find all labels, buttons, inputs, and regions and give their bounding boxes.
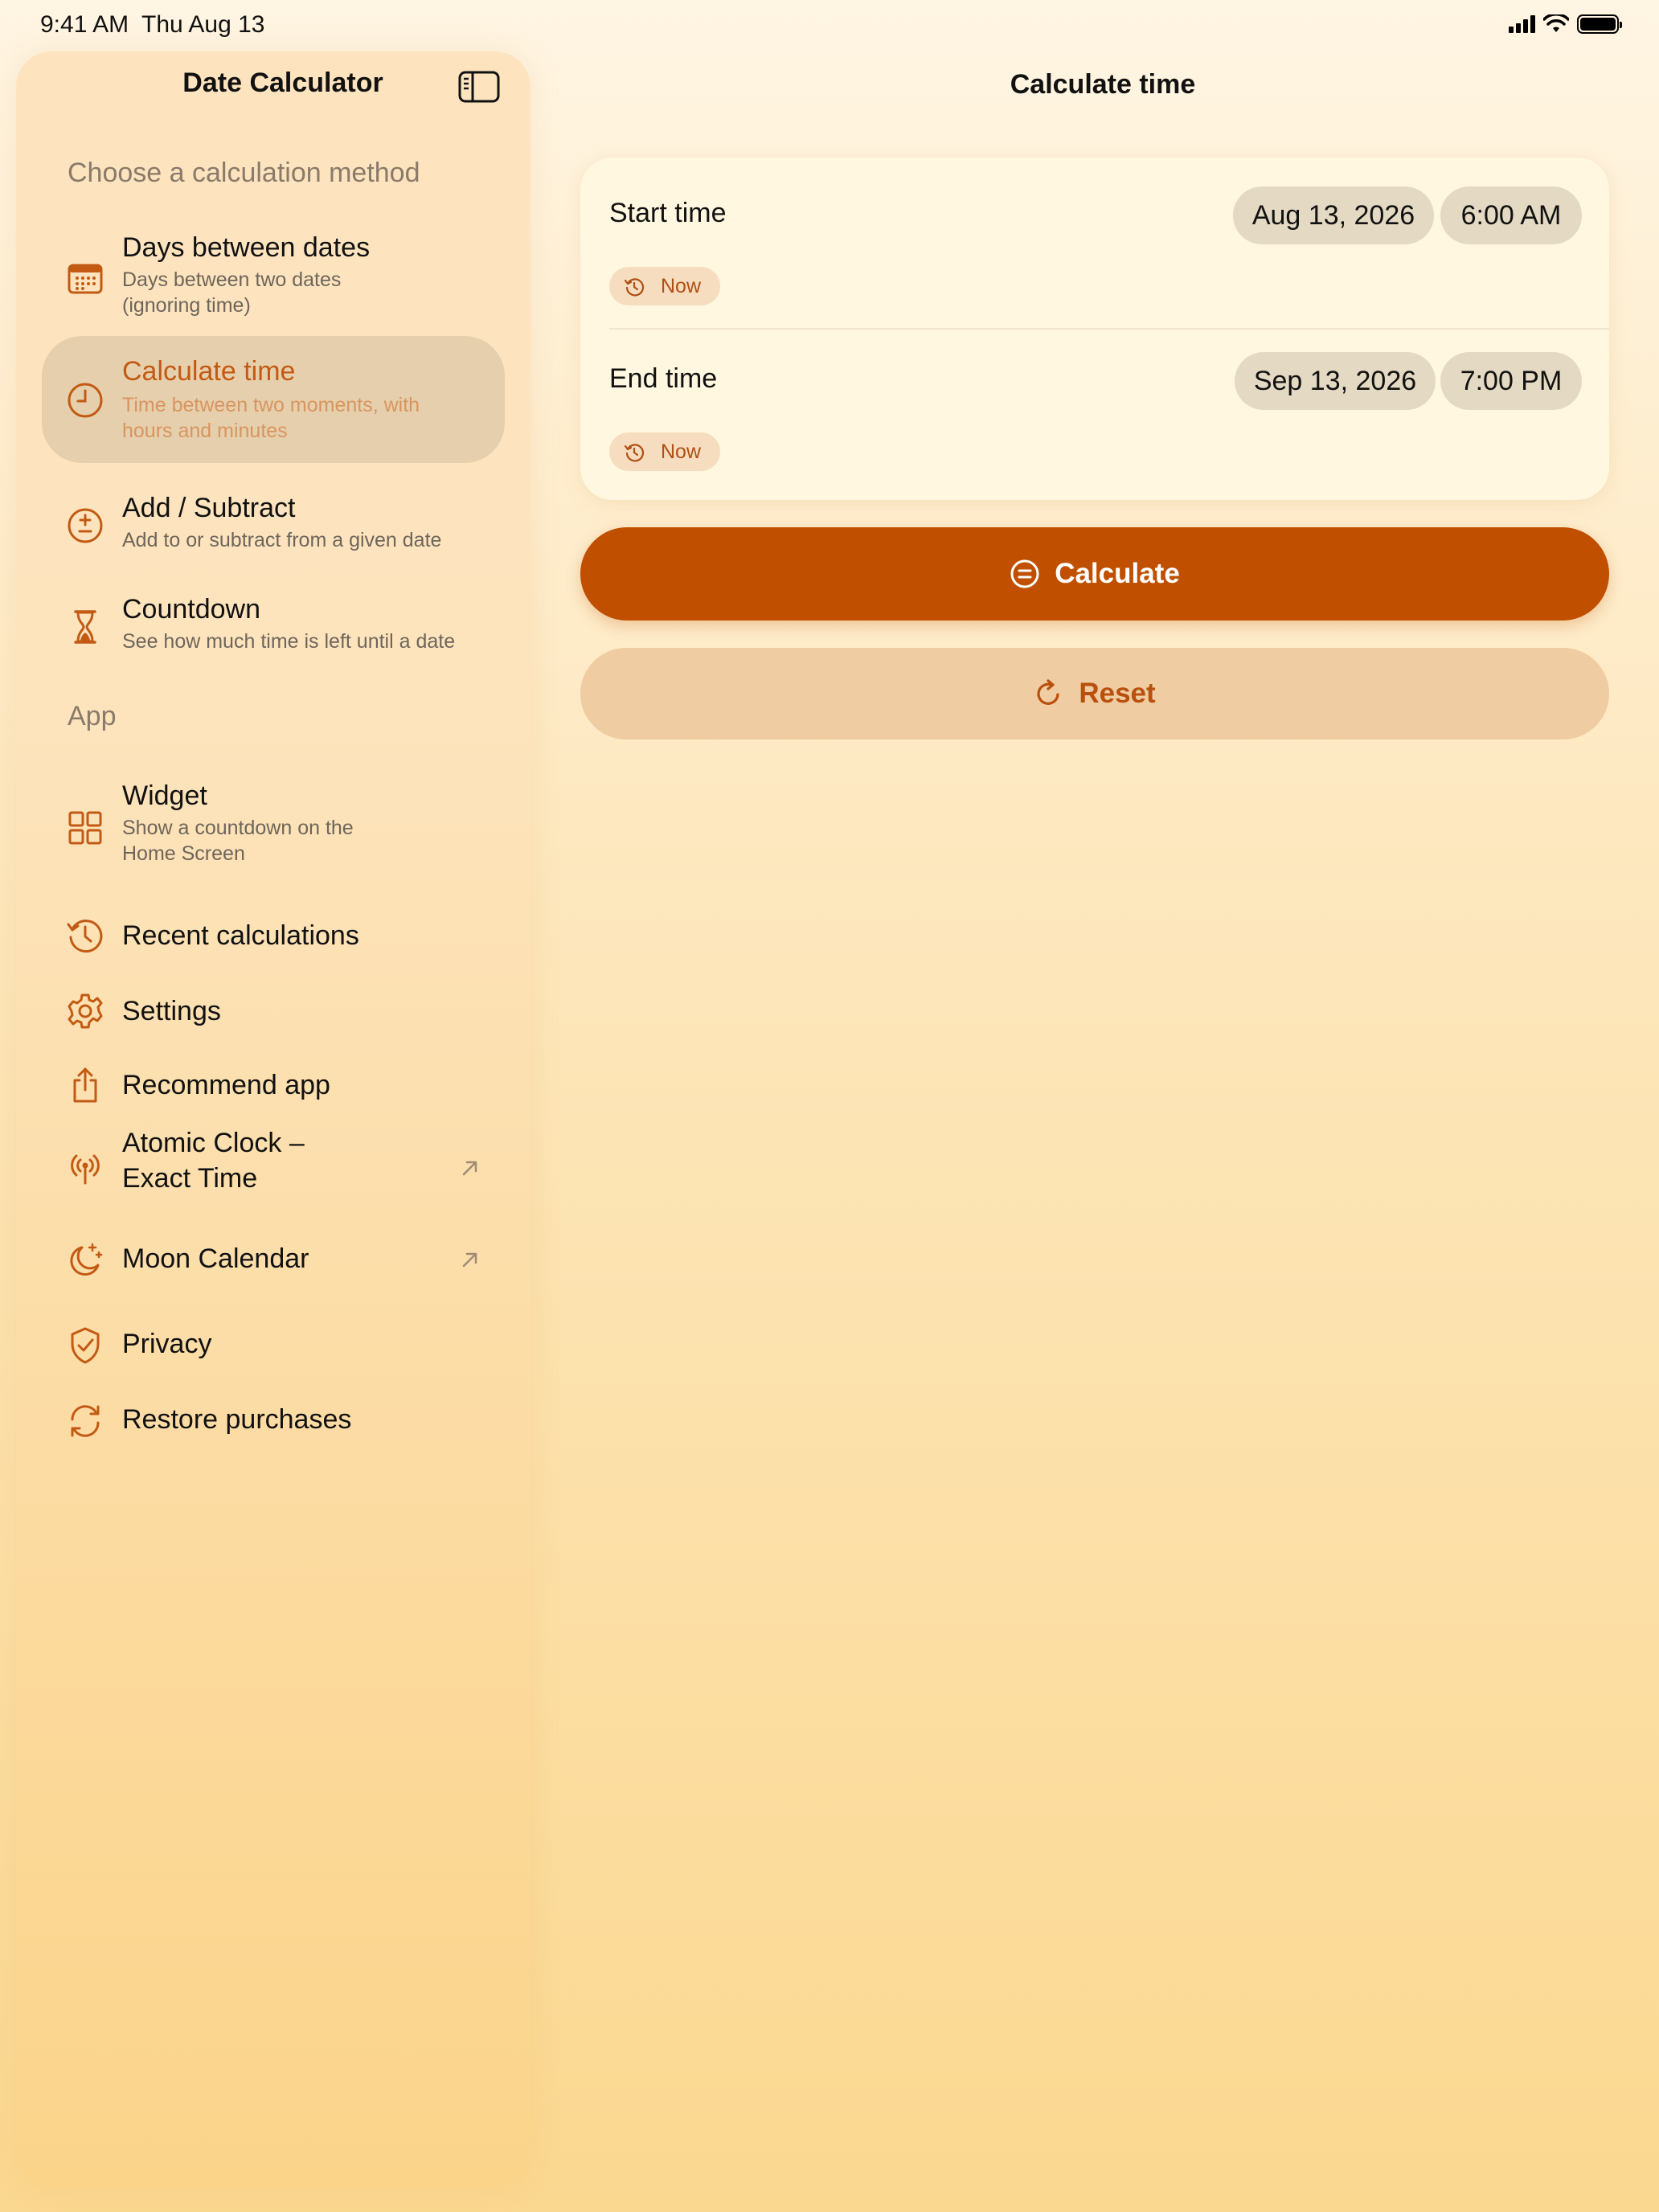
battery-icon xyxy=(1577,14,1622,34)
wifi-icon xyxy=(1543,14,1569,32)
end-time-label: End time xyxy=(609,363,718,394)
cellular-signal-icon xyxy=(1509,15,1535,33)
history-icon xyxy=(66,916,104,955)
sidebar-item-title: Moon Calendar xyxy=(122,1243,309,1274)
sidebar-item-atomic-clock[interactable]: Atomic Clock – Exact Time xyxy=(42,1119,505,1215)
calculate-button[interactable]: Calculate xyxy=(580,527,1609,621)
end-time-picker[interactable]: 7:00 PM xyxy=(1440,352,1582,410)
end-date-picker[interactable]: Sep 13, 2026 xyxy=(1235,352,1436,410)
hourglass-icon xyxy=(66,608,104,646)
status-icons xyxy=(1509,14,1622,34)
sidebar-item-subtitle: See how much time is left until a date xyxy=(122,630,456,653)
share-icon xyxy=(66,1066,104,1104)
sidebar-item-add-subtract[interactable]: Add / Subtract Add to or subtract from a… xyxy=(42,477,505,572)
sidebar-item-title: Widget xyxy=(122,780,207,811)
sidebar-item-subtitle: Days between two dates (ignoring time) xyxy=(122,268,342,317)
external-link-icon xyxy=(462,1252,477,1268)
start-time-label: Start time xyxy=(609,198,727,228)
sidebar-item-title: Recommend app xyxy=(122,1070,330,1100)
plus-minus-icon xyxy=(66,506,104,545)
sidebar-item-title: Recent calculations xyxy=(122,920,359,951)
history-icon xyxy=(624,444,645,462)
time-input-card: Start time Aug 13, 2026 6:00 AM Now End … xyxy=(580,158,1609,500)
sidebar-item-settings[interactable]: Settings xyxy=(42,974,505,1047)
status-time: 9:41 AM xyxy=(40,11,129,38)
divider xyxy=(609,328,1609,330)
section-label-methods: Choose a calculation method xyxy=(68,158,420,188)
shield-check-icon xyxy=(66,1326,104,1365)
restore-arrows-icon xyxy=(66,1402,104,1440)
antenna-icon xyxy=(66,1148,104,1186)
sidebar-item-restore-purchases[interactable]: Restore purchases xyxy=(42,1382,505,1458)
calendar-icon xyxy=(66,259,104,297)
sidebar-item-title: Restore purchases xyxy=(122,1404,352,1435)
sidebar-item-title: Atomic Clock – Exact Time xyxy=(122,1128,305,1194)
section-label-app: App xyxy=(68,701,117,731)
sidebar-item-title: Countdown xyxy=(122,594,261,625)
sidebar-item-countdown[interactable]: Countdown See how much time is left unti… xyxy=(42,579,505,674)
start-date-picker[interactable]: Aug 13, 2026 xyxy=(1233,186,1434,244)
sidebar-item-moon-calendar[interactable]: Moon Calendar xyxy=(42,1215,505,1305)
widget-grid-icon xyxy=(66,809,104,847)
sidebar-item-privacy[interactable]: Privacy xyxy=(42,1307,505,1382)
external-link-icon xyxy=(462,1161,477,1176)
now-label: Now xyxy=(661,275,702,297)
sidebar-item-subtitle: Show a countdown on the Home Screen xyxy=(122,817,354,865)
sidebar-item-recommend-app[interactable]: Recommend app xyxy=(42,1048,505,1120)
start-time-picker[interactable]: 6:00 AM xyxy=(1440,186,1582,244)
sidebar-item-title: Privacy xyxy=(122,1329,212,1359)
history-icon xyxy=(624,278,645,297)
sidebar-item-subtitle: Time between two moments, with hours and… xyxy=(122,394,420,442)
clock-icon xyxy=(66,381,104,420)
equals-circle-icon xyxy=(1010,559,1039,588)
start-now-button[interactable]: Now xyxy=(609,267,720,305)
page-title: Calculate time xyxy=(1010,69,1196,100)
sidebar-item-title: Settings xyxy=(122,996,221,1026)
sidebar-item-calculate-time[interactable]: Calculate time Time between two moments,… xyxy=(42,336,505,463)
status-bar: 9:41 AM Thu Aug 13 xyxy=(0,0,1659,51)
sidebar-item-title: Add / Subtract xyxy=(122,493,296,523)
calculate-label: Calculate xyxy=(1055,558,1180,589)
gear-icon xyxy=(66,992,104,1030)
status-date: Thu Aug 13 xyxy=(141,11,265,38)
sidebar: Date Calculator Choose a calculation met… xyxy=(16,51,530,2188)
reset-icon xyxy=(1037,679,1059,705)
reset-label: Reset xyxy=(1079,678,1156,709)
sidebar-item-subtitle: Add to or subtract from a given date xyxy=(122,529,442,551)
moon-stars-icon xyxy=(66,1241,104,1280)
sidebar-toggle-icon[interactable] xyxy=(458,71,500,103)
sidebar-item-title: Calculate time xyxy=(122,356,296,387)
sidebar-item-title: Days between dates xyxy=(122,232,371,263)
sidebar-header: Date Calculator xyxy=(16,51,530,122)
end-now-button[interactable]: Now xyxy=(609,432,720,471)
sidebar-item-recent-calculations[interactable]: Recent calculations xyxy=(42,899,505,971)
reset-button[interactable]: Reset xyxy=(580,648,1609,739)
now-label: Now xyxy=(661,440,702,463)
